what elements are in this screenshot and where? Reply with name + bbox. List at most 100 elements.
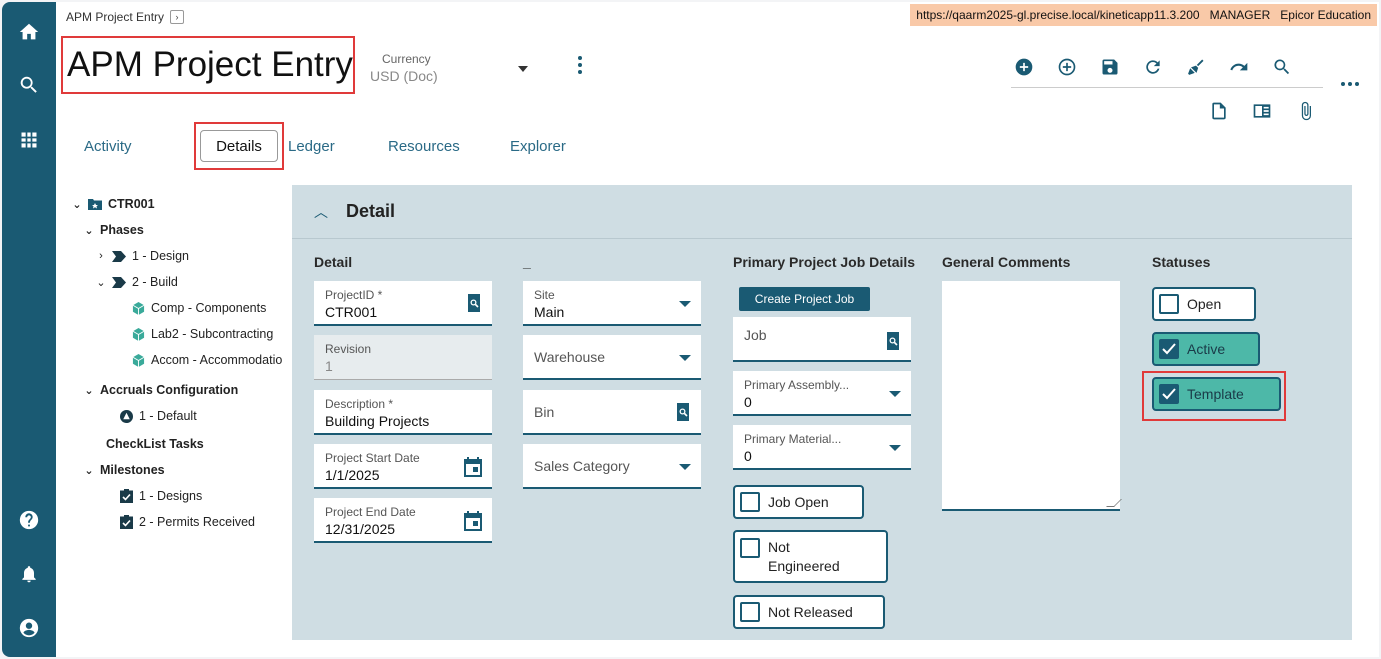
resize-handle-icon[interactable] [1106,499,1122,507]
field-value: 12/31/2025 [325,521,396,537]
chevron-down-icon[interactable] [518,66,528,72]
search-doc-icon[interactable] [885,332,901,355]
primary-material-select[interactable]: Primary Material... 0 [733,425,911,470]
page-icon[interactable] [1206,98,1232,124]
tree-node-milestones[interactable]: ⌄ Milestones [84,463,165,477]
tab-activity[interactable]: Activity [84,138,132,155]
calendar-icon[interactable] [464,511,482,536]
project-id-field[interactable]: ProjectID * CTR001 [314,281,492,326]
breadcrumb-label[interactable]: APM Project Entry [66,10,164,24]
attachment-icon[interactable] [1293,98,1319,124]
job-open-checkbox[interactable]: Job Open [733,485,864,519]
chevron-down-icon[interactable]: ⌄ [84,224,94,237]
kebab-menu-icon[interactable] [578,56,582,74]
tree-node-default[interactable]: 1 - Default [120,409,197,423]
site-select[interactable]: Site Main [523,281,701,326]
search-icon[interactable] [2,65,56,105]
chevron-right-icon[interactable]: › [170,10,185,24]
tree-node-label: Accom - Accommodatio [151,353,283,367]
field-label: Sales Category [534,458,630,474]
currency-select[interactable]: Currency USD (Doc) [370,52,530,84]
field-label: Site [534,288,555,302]
checkbox-box [740,602,760,622]
chevron-down-icon[interactable] [679,464,691,470]
more-horizontal-icon[interactable] [1341,82,1359,86]
chevron-down-icon[interactable]: ⌄ [84,384,94,397]
chevron-down-icon[interactable] [889,391,901,397]
search-doc-icon[interactable] [675,403,691,426]
primary-assembly-select[interactable]: Primary Assembly... 0 [733,371,911,416]
revision-field: Revision 1 [314,335,492,380]
detail-section-title: Detail [346,201,396,221]
add-outline-icon[interactable] [1054,54,1080,80]
tree-node-checklist[interactable]: CheckList Tasks [106,437,204,451]
chevron-up-icon[interactable]: ︿ [314,202,328,222]
bell-icon[interactable] [2,554,56,594]
field-label: Project Start Date [325,451,420,465]
tab-resources[interactable]: Resources [388,138,460,155]
account-icon[interactable] [2,608,56,648]
chevron-down-icon[interactable] [889,445,901,451]
company-text[interactable]: Epicor Education [1280,8,1371,22]
tree-node-m1[interactable]: 1 - Designs [120,489,202,503]
home-icon[interactable] [2,12,56,52]
create-project-job-button[interactable]: Create Project Job [739,287,870,311]
job-field[interactable]: Job [733,317,911,362]
checkbox-box [740,492,760,512]
detail-panel-header[interactable]: ︿ Detail [292,185,1352,239]
sales-category-select[interactable]: Sales Category [523,444,701,489]
tree-node-label: 2 - Permits Received [139,515,256,529]
checkbox-checked-icon [1159,384,1179,404]
status-open-checkbox[interactable]: Open [1152,287,1256,321]
general-comments-textarea[interactable] [942,281,1122,511]
help-icon[interactable] [2,500,56,540]
checkbox-label: Not Engineered [768,539,840,574]
search-doc-icon[interactable] [466,294,482,317]
chevron-down-icon[interactable] [679,301,691,307]
tree-node-m2[interactable]: 2 - Permits Received [120,515,255,529]
tree-node-phases[interactable]: ⌄ Phases [84,223,144,237]
field-value: Building Projects [325,413,430,429]
warehouse-select[interactable]: Warehouse [523,335,701,380]
not-engineered-checkbox[interactable]: Not Engineered [733,530,888,583]
tree-node-comp[interactable]: Comp - Components [132,301,266,315]
not-released-checkbox[interactable]: Not Released [733,595,885,629]
chevron-right-icon[interactable]: › [96,250,106,262]
tab-details[interactable]: Details [200,130,278,162]
panel-icon[interactable] [1249,98,1275,124]
chevron-down-icon[interactable] [679,355,691,361]
tab-ledger[interactable]: Ledger [288,138,335,155]
search-icon[interactable] [1269,54,1295,80]
tree-node-label: Milestones [100,463,165,477]
tree-node-lab2[interactable]: Lab2 - Subcontracting [132,327,273,341]
status-template-checkbox[interactable]: Template [1152,377,1281,411]
add-new-icon[interactable] [1011,54,1037,80]
clear-brush-icon[interactable] [1183,54,1209,80]
checkbox-label: Template [1187,386,1244,402]
field-label: Warehouse [534,349,606,365]
bin-field[interactable]: Bin [523,390,701,435]
field-value: 0 [744,448,752,464]
save-icon[interactable] [1097,54,1123,80]
tab-explorer[interactable]: Explorer [510,138,566,155]
chevron-down-icon[interactable]: ⌄ [96,276,106,289]
chevron-down-icon[interactable]: ⌄ [84,464,94,477]
undo-icon[interactable] [1226,54,1252,80]
calendar-icon[interactable] [464,457,482,482]
tree-node-label: Phases [100,223,144,237]
field-value: 1 [325,358,333,374]
app-main: APM Project Entry › https://qaarm2025-gl… [56,2,1379,657]
tree-node-design[interactable]: › 1 - Design [96,249,189,263]
tree-node-build[interactable]: ⌄ 2 - Build [96,275,177,289]
project-end-date-field[interactable]: Project End Date 12/31/2025 [314,498,492,543]
field-label: Primary Material... [744,432,842,446]
apps-grid-icon[interactable] [2,120,56,160]
refresh-icon[interactable] [1140,54,1166,80]
tree-node-accruals[interactable]: ⌄ Accruals Configuration [84,383,238,397]
tree-node-root[interactable]: ⌄ CTR001 [72,197,154,211]
project-start-date-field[interactable]: Project Start Date 1/1/2025 [314,444,492,489]
status-active-checkbox[interactable]: Active [1152,332,1260,366]
chevron-down-icon[interactable]: ⌄ [72,198,82,211]
description-field[interactable]: Description * Building Projects [314,390,492,435]
tree-node-accom[interactable]: Accom - Accommodatio [132,353,282,367]
